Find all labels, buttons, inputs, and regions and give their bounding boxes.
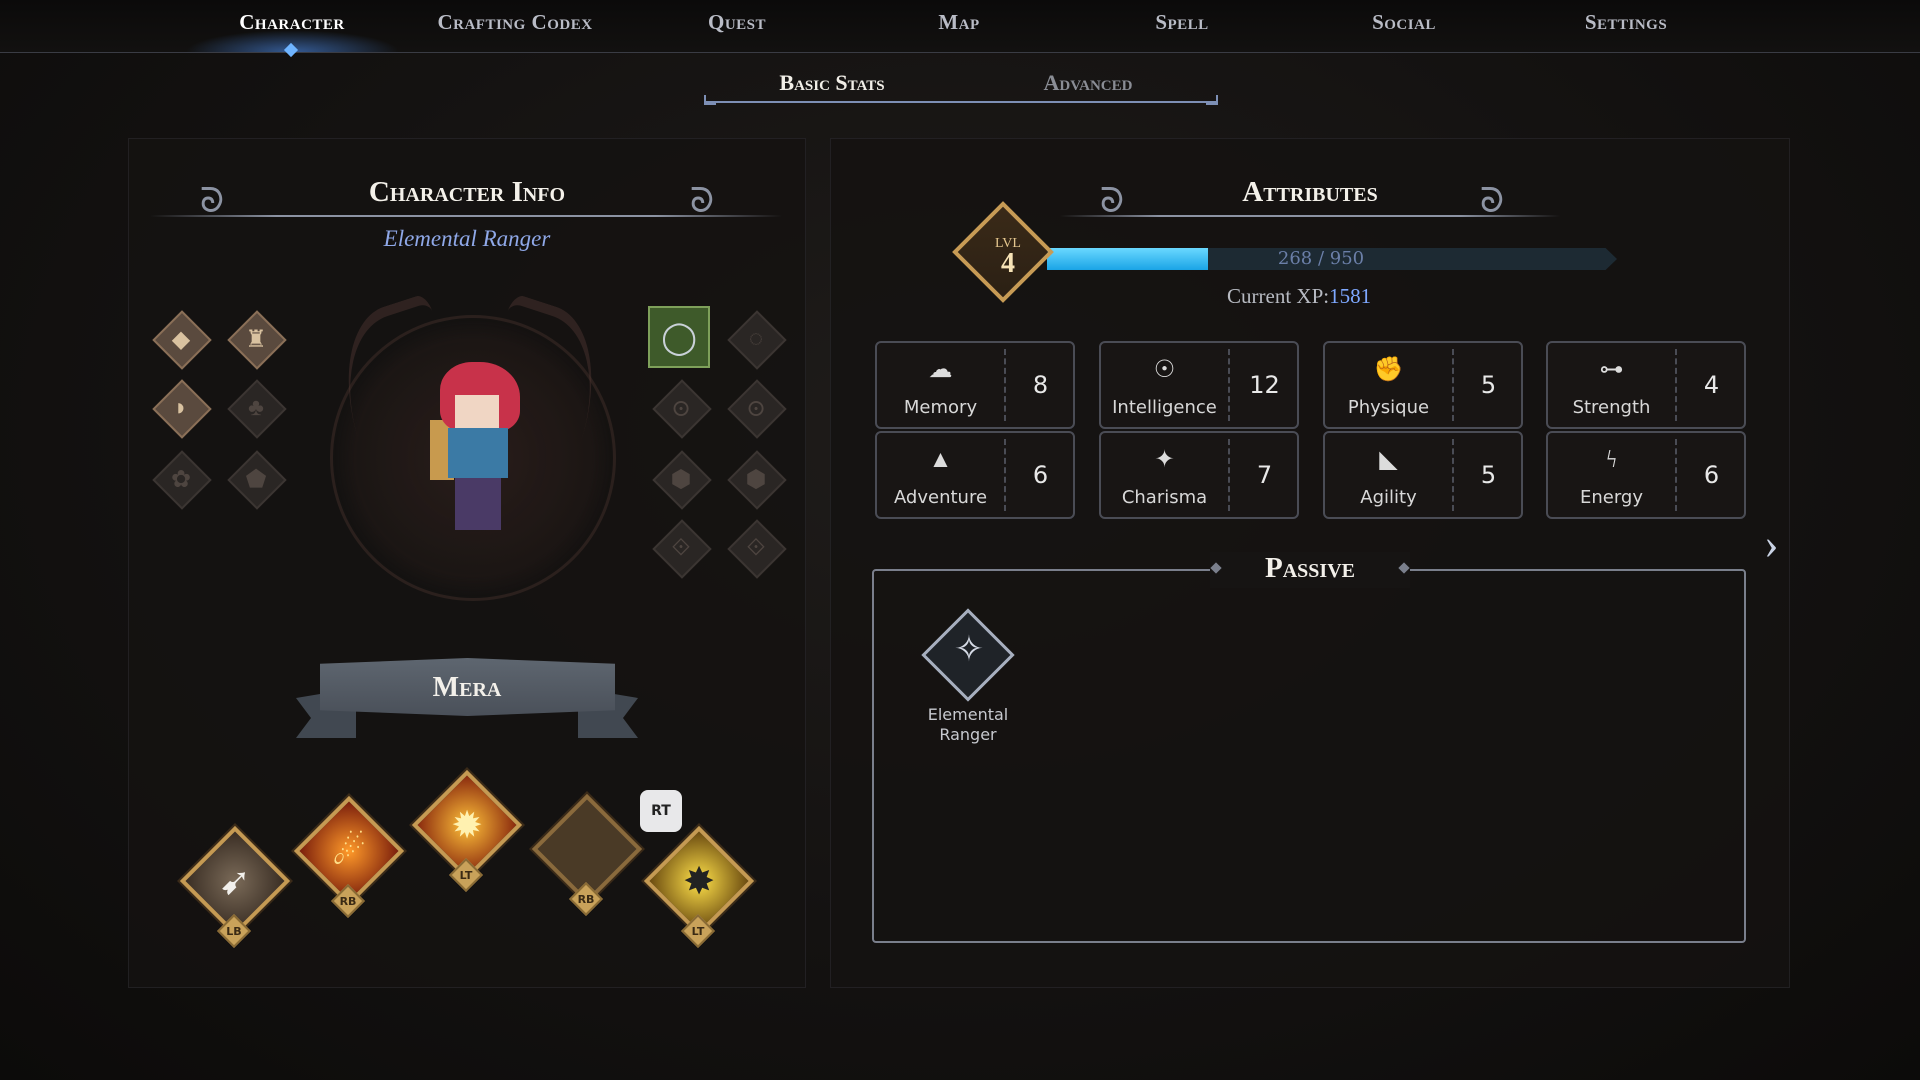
arm-flex-icon: ✊ xyxy=(1373,357,1404,383)
shoe-icon: ◣ xyxy=(1379,447,1398,473)
tab-spell[interactable]: Spell xyxy=(1155,10,1208,40)
attr-memory[interactable]: ☁ Memory 8 xyxy=(875,341,1075,429)
tab-crafting-codex[interactable]: Crafting Codex xyxy=(437,10,592,40)
character-sprite-body xyxy=(448,428,508,478)
tab-map[interactable]: Map xyxy=(938,10,979,40)
title-rule xyxy=(150,215,782,217)
attr-strength[interactable]: ⊶ Strength 4 xyxy=(1546,341,1746,429)
amulet-icon: ⊙ xyxy=(670,395,692,422)
lightning-icon: ϟ xyxy=(1606,447,1617,473)
passive-title: Passive xyxy=(1265,552,1355,584)
attr-name: Adventure xyxy=(893,487,988,508)
trinket-icon: ⟐ xyxy=(746,534,766,561)
gem-icon: ◆ xyxy=(171,326,191,353)
attr-name: Physique xyxy=(1347,397,1430,418)
current-xp-label: Current XP: xyxy=(1227,284,1330,308)
boots-icon: ◗ xyxy=(173,394,189,421)
brain-icon: ☁ xyxy=(928,357,953,383)
attr-adventure[interactable]: ▲ Adventure 6 xyxy=(875,431,1075,519)
flourish-left-icon: ᘐ xyxy=(1100,183,1124,220)
amulet-icon: ⊙ xyxy=(745,395,767,422)
dumbbell-icon: ⊶ xyxy=(1599,357,1624,383)
attr-value: 8 xyxy=(1032,371,1049,399)
subtab-hook-left xyxy=(704,95,716,105)
flourish-left-icon: ᘐ xyxy=(200,183,224,220)
attr-name: Agility xyxy=(1360,487,1417,508)
attr-value: 4 xyxy=(1703,371,1720,399)
attr-value: 6 xyxy=(1703,461,1720,489)
flourish-right-icon: ᘐ xyxy=(1480,183,1504,220)
current-xp: Current XP:1581 xyxy=(1227,284,1371,309)
attr-value: 5 xyxy=(1480,461,1497,489)
character-sprite-legs xyxy=(455,478,501,530)
explosion-skill-icon: ✹ xyxy=(451,804,483,847)
class-name: Elemental Ranger xyxy=(383,226,551,251)
passive-name-line2: Ranger xyxy=(939,725,997,744)
keytag-4-label: RB xyxy=(577,893,595,906)
passive-box xyxy=(872,569,1746,943)
subtab-advanced[interactable]: Advanced xyxy=(1044,70,1133,96)
empty-skill-slot-icon xyxy=(548,810,626,888)
ring-slot-icon: ◌ xyxy=(748,325,764,352)
armor-icon: ♜ xyxy=(245,326,267,353)
passive-name-line1: Elemental xyxy=(927,705,1009,724)
charm-icon: ⬢ xyxy=(745,466,767,493)
paw-icon: ✿ xyxy=(170,466,192,493)
attr-energy[interactable]: ϟ Energy 6 xyxy=(1546,431,1746,519)
elemental-ranger-emblem-icon: ✧ xyxy=(953,629,985,669)
fireball-skill-icon: ☄ xyxy=(331,830,367,873)
charm-icon: ⬢ xyxy=(670,466,692,493)
attr-agility[interactable]: ◣ Agility 5 xyxy=(1323,431,1523,519)
passive-name: Elemental Ranger xyxy=(918,705,1018,745)
attributes-title: Attributes xyxy=(1242,176,1378,208)
keytag-5-label: LT xyxy=(691,925,705,938)
head-bulb-icon: ☉ xyxy=(1153,357,1176,383)
keytag-2-label: RB xyxy=(339,895,357,908)
subtab-hook-right xyxy=(1206,95,1218,105)
subtab-basic-stats[interactable]: Basic Stats xyxy=(779,70,884,96)
trinket-icon: ⟐ xyxy=(671,534,691,561)
current-xp-value: 1581 xyxy=(1329,284,1372,308)
attr-intelligence[interactable]: ☉ Intelligence 12 xyxy=(1099,341,1299,429)
tab-social[interactable]: Social xyxy=(1372,10,1436,40)
level-value: 4 xyxy=(1001,248,1015,279)
attr-name: Intelligence xyxy=(1112,397,1217,418)
sparkle-icon: ✦ xyxy=(1154,447,1175,473)
character-name: Mera xyxy=(432,672,502,703)
character-sprite-face xyxy=(455,395,499,429)
attr-name: Memory xyxy=(903,397,978,418)
next-page-arrow-icon[interactable]: › xyxy=(1764,518,1779,569)
attr-value: 7 xyxy=(1256,461,1273,489)
equip-slot-ring-equipped[interactable]: ◯ xyxy=(648,306,710,368)
tab-settings[interactable]: Settings xyxy=(1585,10,1667,40)
swap-key-rt-badge: RT xyxy=(640,790,682,832)
tab-quest[interactable]: Quest xyxy=(708,10,766,40)
mountain-icon: ▲ xyxy=(928,447,953,473)
attr-value: 6 xyxy=(1032,461,1049,489)
ring-icon: ◯ xyxy=(661,319,697,355)
keytag-3-label: LT xyxy=(459,869,473,882)
flourish-right-icon: ᘐ xyxy=(690,183,714,220)
character-info-title: Character Info xyxy=(368,176,566,208)
burst-skill-icon: ✸ xyxy=(683,860,715,903)
clover-icon: ♣ xyxy=(248,394,264,421)
xp-text: 268 / 950 xyxy=(1277,248,1365,269)
attr-physique[interactable]: ✊ Physique 5 xyxy=(1323,341,1523,429)
attr-value: 12 xyxy=(1249,371,1280,399)
subtab-underline xyxy=(704,101,1216,103)
attr-name: Strength xyxy=(1572,397,1651,418)
arrow-skill-icon: ➹ xyxy=(219,860,251,903)
attr-name: Energy xyxy=(1579,487,1644,508)
keytag-1-label: LB xyxy=(226,925,242,938)
shield-icon: ⬟ xyxy=(245,466,267,493)
attr-value: 5 xyxy=(1480,371,1497,399)
attr-charisma[interactable]: ✦ Charisma 7 xyxy=(1099,431,1299,519)
tab-character[interactable]: Character xyxy=(239,10,345,40)
attr-name: Charisma xyxy=(1121,487,1208,508)
